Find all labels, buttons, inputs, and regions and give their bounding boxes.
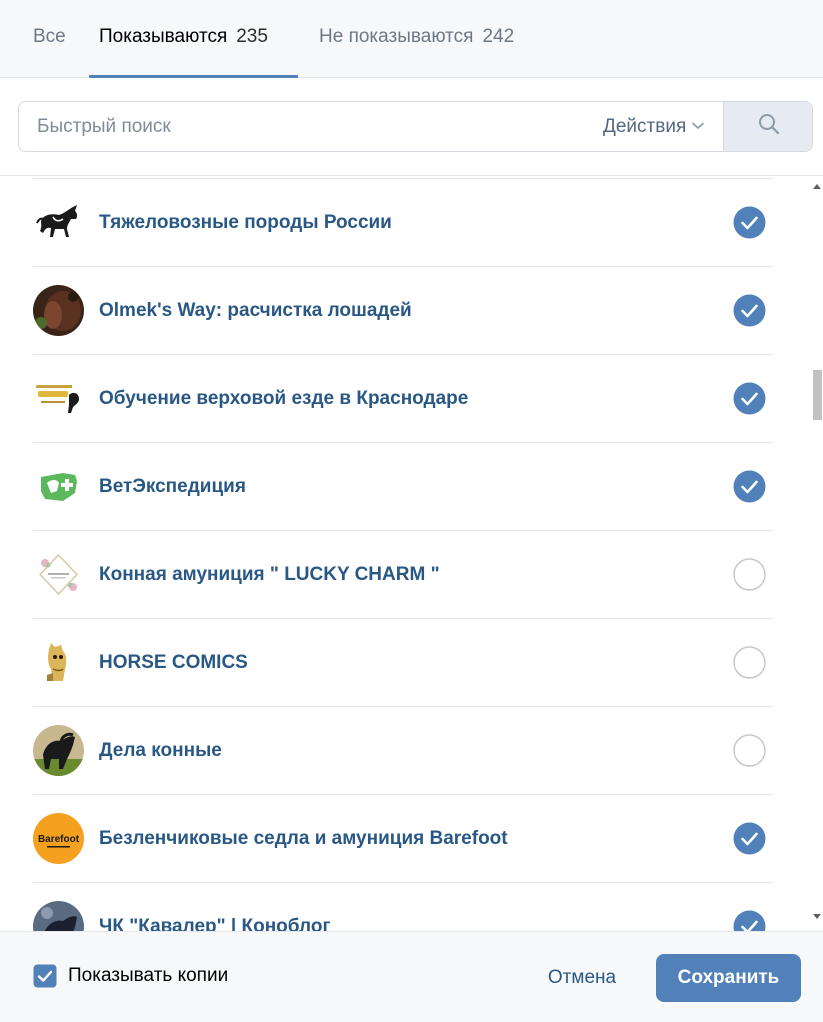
scroll-up-arrow-icon[interactable] <box>813 184 821 189</box>
empty-circle-icon[interactable] <box>733 734 766 767</box>
group-title: ЧК "Кавалер" | Коноблог <box>99 916 331 931</box>
group-title: HORSE COMICS <box>99 652 248 673</box>
group-avatar <box>33 285 84 336</box>
search-icon <box>758 113 780 140</box>
list-item[interactable]: HORSE COMICS <box>33 618 773 706</box>
check-circle-icon[interactable] <box>733 910 766 931</box>
group-title: Дела конные <box>99 740 222 761</box>
list-item[interactable]: ЧК "Кавалер" | Коноблог <box>33 882 773 931</box>
check-circle-icon[interactable] <box>733 294 766 327</box>
group-title: Конная амуниция " LUCKY CHARM " <box>99 564 440 585</box>
scrollbar-thumb[interactable] <box>813 370 822 420</box>
actions-label: Действия <box>603 116 687 137</box>
empty-circle-icon[interactable] <box>733 558 766 591</box>
list-item[interactable]: ВетЭкспедиция <box>33 442 773 530</box>
list-item[interactable]: Дела конные <box>33 706 773 794</box>
tab-label: Не показываются <box>319 26 474 47</box>
chevron-down-icon <box>692 102 705 149</box>
group-title: Обучение верховой езде в Краснодаре <box>99 388 469 409</box>
tab-hidden[interactable]: Не показываются 242 <box>319 0 514 78</box>
tab-count: 242 <box>482 26 515 47</box>
list-item[interactable]: Barefoot Безленчиковые седла и амуниция … <box>33 794 773 882</box>
tab-label: Показываются <box>99 26 228 47</box>
barefoot-logo-text: Barefoot <box>38 834 80 845</box>
group-avatar: Barefoot <box>33 813 84 864</box>
list-item[interactable]: Olmek's Way: расчистка лошадей <box>33 266 773 354</box>
footer: Показывать копии Отмена Сохранить <box>0 931 823 1022</box>
check-circle-icon[interactable] <box>733 822 766 855</box>
check-circle-icon[interactable] <box>733 382 766 415</box>
group-avatar <box>33 373 84 424</box>
list-item[interactable]: Тяжеловозные породы России <box>33 178 773 266</box>
group-avatar <box>33 637 84 688</box>
scrollbar[interactable] <box>810 176 823 931</box>
groups-list: Тяжеловозные породы России Olmek's Way: … <box>0 176 823 931</box>
tab-all[interactable]: Все <box>33 0 66 78</box>
group-title: Безленчиковые седла и амуниция Barefoot <box>99 828 508 849</box>
group-title: ВетЭкспедиция <box>99 476 246 497</box>
tab-shown[interactable]: Показываются 235 <box>99 0 268 78</box>
check-circle-icon[interactable] <box>733 470 766 503</box>
show-copies-checkbox[interactable] <box>33 964 57 988</box>
tabs-header: Все Показываются 235 Не показываются 242 <box>0 0 823 78</box>
search-button[interactable] <box>723 102 812 151</box>
list-item[interactable]: Обучение верховой езде в Краснодаре <box>33 354 773 442</box>
group-avatar <box>33 197 84 248</box>
group-title: Тяжеловозные породы России <box>99 212 392 233</box>
group-avatar <box>33 901 84 931</box>
list-item[interactable]: Конная амуниция " LUCKY CHARM " <box>33 530 773 618</box>
tab-count: 235 <box>236 26 268 47</box>
group-title: Olmek's Way: расчистка лошадей <box>99 300 412 321</box>
list-content: Тяжеловозные породы России Olmek's Way: … <box>0 178 810 931</box>
show-copies-label[interactable]: Показывать копии <box>68 965 228 987</box>
check-circle-icon[interactable] <box>733 206 766 239</box>
group-avatar <box>33 461 84 512</box>
empty-circle-icon[interactable] <box>733 646 766 679</box>
group-avatar <box>33 549 84 600</box>
tab-label: Все <box>33 26 66 47</box>
search-input[interactable] <box>19 102 579 151</box>
actions-dropdown[interactable]: Действия <box>603 102 705 151</box>
group-avatar <box>33 725 84 776</box>
search-area: Действия <box>0 78 823 176</box>
save-button[interactable]: Сохранить <box>656 954 801 1002</box>
cancel-button[interactable]: Отмена <box>531 954 633 1002</box>
search-box: Действия <box>18 101 813 152</box>
scroll-down-arrow-icon[interactable] <box>813 914 821 919</box>
